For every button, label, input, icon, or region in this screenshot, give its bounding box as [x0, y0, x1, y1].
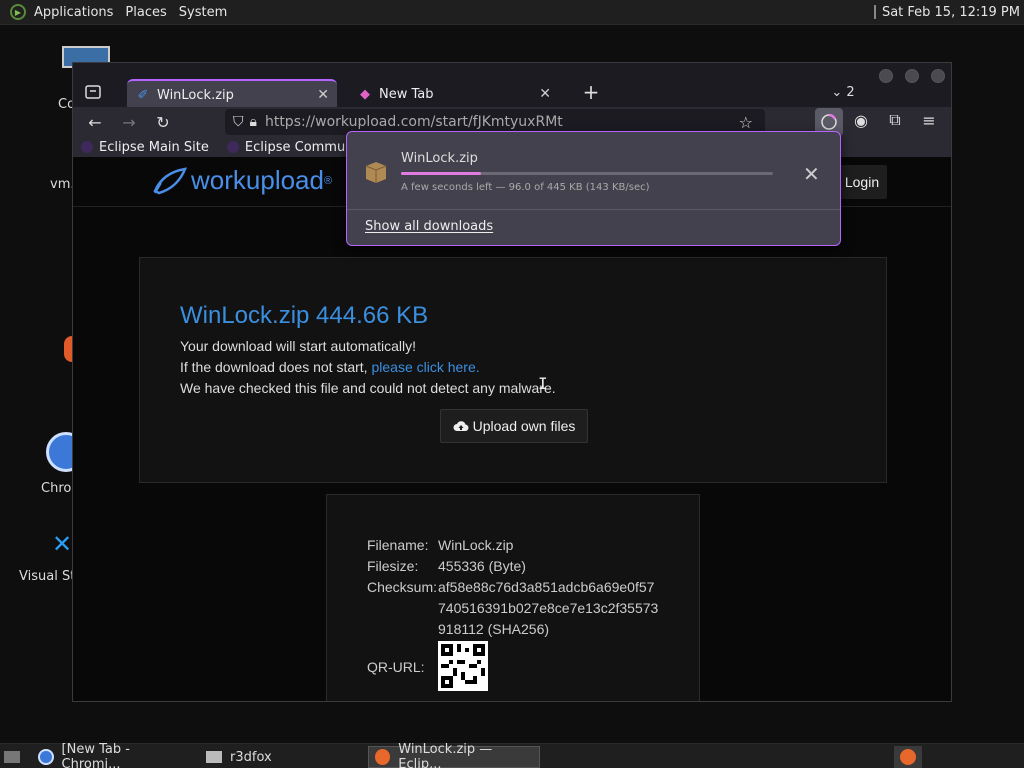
qr-code-icon	[441, 644, 485, 688]
downloads-panel: WinLock.zip A few seconds left — 96.0 of…	[346, 131, 841, 246]
panel-divider	[347, 209, 840, 210]
clock-text: Sat Feb 15, 12:19 PM	[881, 4, 1020, 20]
filename-label: Filename:	[367, 537, 429, 553]
url-text[interactable]: https://workupload.com/start/fJKmtyuxRMt	[265, 114, 563, 130]
fallback-prefix: If the download does not start,	[180, 359, 372, 375]
minimize-button[interactable]	[879, 69, 893, 83]
show-all-downloads-button[interactable]: Show all downloads	[365, 219, 493, 234]
download-progress-icon	[821, 113, 837, 130]
private-mask-icon: ◆	[360, 86, 370, 102]
bookmark-star-icon[interactable]: ☆	[739, 113, 753, 132]
file-title: WinLock.zip 444.66 KB	[180, 302, 429, 329]
eclipse-favicon-icon	[81, 141, 93, 153]
new-tab-button[interactable]: +	[579, 80, 603, 104]
hamburger-menu-icon[interactable]: ≡	[917, 108, 941, 132]
firefox-tray-icon	[900, 749, 916, 765]
tray-firefox-button[interactable]	[894, 746, 922, 768]
checksum-line: 740516391b027e8ce7e13c2f35573	[438, 600, 659, 616]
separator-icon	[873, 5, 876, 19]
rocket-logo-icon	[153, 166, 187, 194]
download-progress-bar	[401, 172, 773, 175]
list-all-tabs-button[interactable]: ⌄ 2	[825, 80, 861, 104]
login-button[interactable]: Login	[837, 165, 887, 199]
tab-manager-icon	[85, 85, 101, 99]
taskbar-item-chromium[interactable]: [New Tab - Chromi...	[32, 742, 194, 768]
taskbar-item-browser[interactable]: WinLock.zip — Eclip...	[368, 742, 540, 768]
fallback-text: If the download does not start, please c…	[180, 359, 480, 375]
tab-label: WinLock.zip	[157, 87, 234, 103]
task-label: WinLock.zip — Eclip...	[398, 742, 493, 768]
click-here-link[interactable]: please click here.	[371, 359, 479, 375]
tab-label: New Tab	[379, 86, 434, 102]
maximize-button[interactable]	[905, 69, 919, 83]
chromium-icon	[38, 749, 54, 765]
task-label: [New Tab - Chromi...	[61, 742, 130, 768]
menu-system[interactable]: System	[179, 5, 227, 20]
close-tab-icon[interactable]: ✕	[539, 86, 551, 102]
checksum-line: af58e88c76d3a851adcb6a69e0f57	[438, 579, 655, 595]
vscode-icon[interactable]: ✕	[52, 530, 72, 558]
tab-count: 2	[846, 84, 855, 100]
desktop-icon	[4, 751, 20, 763]
file-details-card: Filename: WinLock.zip Filesize: 455336 (…	[326, 494, 700, 701]
reload-button[interactable]: ↻	[151, 110, 175, 134]
text-cursor-icon: I	[538, 374, 548, 393]
firefox-icon	[375, 749, 391, 765]
bookmark-label: Eclipse Main Site	[99, 139, 209, 155]
download-progress-fill	[401, 172, 482, 175]
task-label: r3dfox	[230, 749, 272, 765]
registered-mark: ®	[323, 174, 333, 187]
filesize-label: Filesize:	[367, 558, 419, 574]
upload-own-files-button[interactable]: Upload own files	[440, 409, 588, 443]
qr-url-label: QR-URL:	[367, 659, 425, 675]
back-button[interactable]: ←	[83, 110, 107, 134]
malware-check-text: We have checked this file and could not …	[180, 380, 556, 396]
menu-places[interactable]: Places	[125, 5, 166, 20]
tab-winlock[interactable]: ✐ WinLock.zip ✕	[127, 79, 337, 109]
taskbar: [New Tab - Chromi... r3dfox WinLock.zip …	[0, 742, 1024, 768]
upload-label: Upload own files	[472, 418, 576, 434]
clock[interactable]: Sat Feb 15, 12:19 PM	[873, 4, 1020, 20]
filename-value: WinLock.zip	[438, 537, 514, 553]
lock-icon[interactable]: 🔒︎	[250, 114, 257, 130]
taskbar-item-files[interactable]: r3dfox	[200, 746, 362, 768]
download-status: A few seconds left — 96.0 of 445 KB (143…	[401, 182, 650, 193]
bookmark-eclipse-main[interactable]: Eclipse Main Site	[73, 140, 209, 155]
auto-download-text: Your download will start automatically!	[180, 338, 417, 354]
tab-bar: ✐ WinLock.zip ✕ ◆ New Tab ✕ + ⌄ 2	[73, 63, 951, 109]
desktop-label-chromium: Chro	[41, 481, 72, 496]
cancel-download-icon[interactable]: ✕	[803, 162, 820, 186]
distro-logo-icon[interactable]: ▶	[10, 4, 26, 20]
account-icon[interactable]: ◉	[849, 108, 873, 132]
brand-text: workupload	[191, 165, 324, 195]
package-icon	[363, 158, 389, 184]
cloud-upload-icon	[453, 421, 469, 432]
workupload-logo[interactable]: workupload ®	[153, 165, 332, 196]
close-window-button[interactable]	[931, 69, 945, 83]
extensions-icon[interactable]: ⧉	[883, 108, 907, 132]
download-card: WinLock.zip 444.66 KB Your download will…	[139, 257, 887, 483]
show-desktop-button[interactable]	[0, 746, 24, 768]
shield-icon[interactable]: ⛉	[233, 114, 244, 130]
desktop-label-vm: vm.	[50, 177, 75, 192]
checksum-line: 918112 (SHA256)	[438, 621, 550, 637]
tab-new-tab[interactable]: ◆ New Tab ✕	[349, 79, 559, 109]
folder-icon	[206, 751, 222, 763]
filesize-value: 455336 (Byte)	[438, 558, 526, 574]
download-filename[interactable]: WinLock.zip	[401, 151, 478, 166]
forward-button[interactable]: →	[117, 110, 141, 134]
tab-list-button[interactable]	[81, 80, 105, 104]
eclipse-favicon-icon	[226, 141, 239, 153]
menu-applications[interactable]: Applications	[34, 5, 113, 20]
close-tab-icon[interactable]: ✕	[317, 87, 329, 103]
app-icon-orange[interactable]	[64, 336, 72, 362]
top-panel: ▶ Applications Places System Sat Feb 15,…	[0, 0, 1024, 25]
chevron-down-icon: ⌄	[831, 84, 843, 100]
tab-favicon-icon: ✐	[137, 87, 149, 103]
qr-code[interactable]	[438, 641, 488, 691]
checksum-label: Checksum:	[367, 579, 438, 595]
